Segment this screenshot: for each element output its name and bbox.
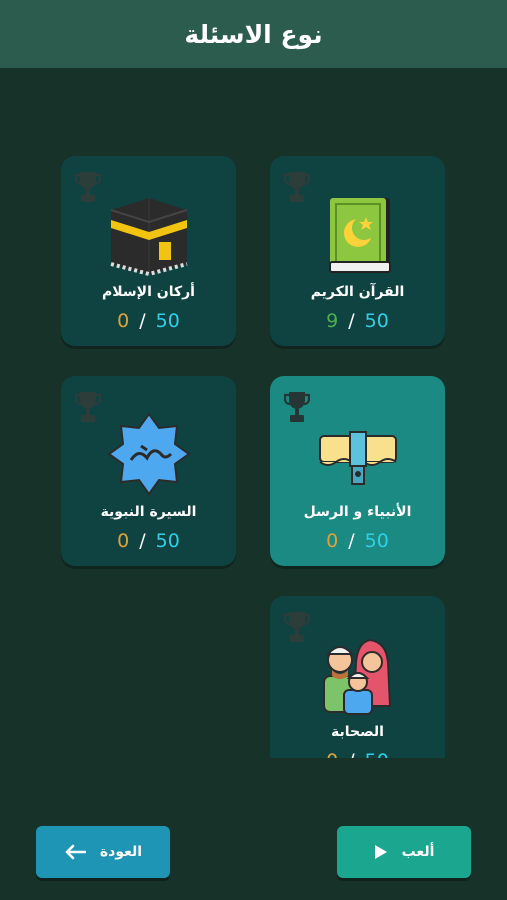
category-card-companions[interactable]: الصحابة 0 / 50 [270, 596, 445, 758]
play-button[interactable]: ألعب [337, 826, 471, 878]
category-score: 9 / 50 [270, 310, 445, 332]
play-button-label: ألعب [401, 844, 435, 860]
answered-count: 9 [326, 310, 339, 332]
trophy-icon [75, 392, 101, 422]
category-card-prophets[interactable]: الأنبياء و الرسل 0 / 50 [270, 376, 445, 566]
category-card-pillars[interactable]: أركان الإسلام 0 / 50 [61, 156, 236, 346]
category-title: الأنبياء و الرسل [303, 504, 412, 520]
score-separator: / [348, 750, 354, 758]
app-header: نوع الاسئلة [0, 0, 507, 68]
quran-icon [328, 198, 391, 273]
category-score: 0 / 50 [270, 750, 445, 758]
family-icon [322, 638, 391, 715]
category-title: السيرة النبوية [100, 504, 197, 520]
trophy-icon [75, 172, 101, 202]
category-score: 0 / 50 [61, 310, 236, 332]
back-button-label: العودة [99, 844, 143, 860]
trophy-icon [284, 612, 310, 642]
category-card-quran[interactable]: القرآن الكريم 9 / 50 [270, 156, 445, 346]
total-count: 50 [365, 750, 389, 758]
category-title: الصحابة [331, 724, 384, 740]
category-card-seerah[interactable]: السيرة النبوية 0 / 50 [61, 376, 236, 566]
score-separator: / [348, 530, 355, 552]
back-button[interactable]: العودة [36, 826, 170, 878]
score-separator: / [348, 310, 355, 332]
total-count: 50 [364, 310, 389, 332]
answered-count: 0 [326, 750, 338, 758]
arrow-left-icon [65, 844, 86, 860]
total-count: 50 [155, 310, 180, 332]
answered-count: 0 [117, 530, 130, 552]
page-title: نوع الاسئلة [184, 19, 323, 49]
category-score: 0 / 50 [270, 530, 445, 552]
total-count: 50 [364, 530, 389, 552]
score-separator: / [139, 310, 146, 332]
category-grid: القرآن الكريم 9 / 50 أركان الإسلام 0 / 50 ال… [0, 68, 507, 758]
trophy-icon [284, 392, 310, 422]
scroll-icon [318, 431, 397, 485]
trophy-icon [284, 172, 310, 202]
kaaba-icon [109, 198, 188, 276]
play-icon [374, 845, 387, 859]
score-separator: / [139, 530, 146, 552]
total-count: 50 [155, 530, 180, 552]
category-title: أركان الإسلام [102, 284, 195, 300]
category-score: 0 / 50 [61, 530, 236, 552]
answered-count: 0 [117, 310, 130, 332]
category-title: القرآن الكريم [310, 284, 405, 300]
answered-count: 0 [326, 530, 339, 552]
muhammad-calligraphy-icon [106, 412, 191, 496]
